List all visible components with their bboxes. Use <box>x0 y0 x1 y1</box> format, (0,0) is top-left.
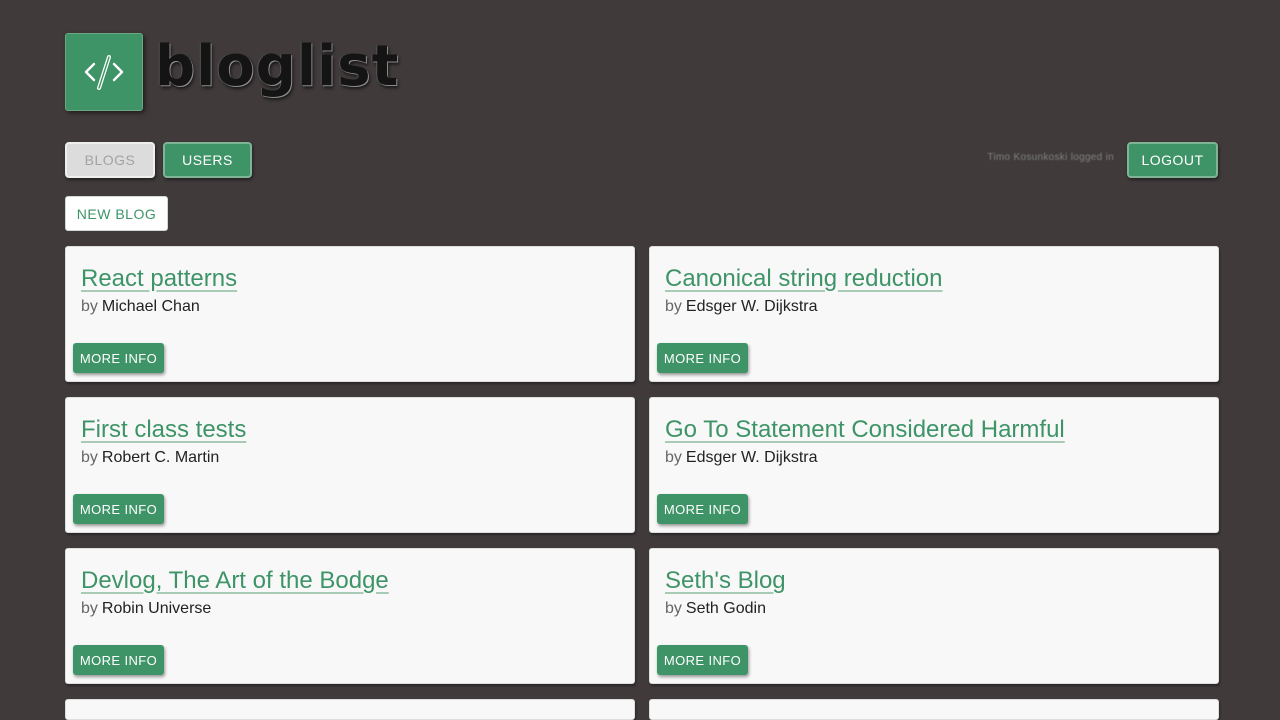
blog-card: Seth's Blog by Seth Godin MORE INFO <box>649 548 1219 684</box>
by-label: by <box>81 449 98 466</box>
page: bloglist BLOGS USERS Timo Kosunkoski log… <box>0 0 1280 720</box>
more-info-button[interactable]: MORE INFO <box>657 494 748 524</box>
by-label: by <box>665 298 682 315</box>
author-name: Edsger W. Dijkstra <box>685 449 818 466</box>
logged-in-status: Timo Kosunkoski logged in <box>987 152 1114 163</box>
logo-text: bloglist <box>155 33 400 99</box>
by-label: by <box>665 600 682 617</box>
more-info-button[interactable]: MORE INFO <box>657 343 748 373</box>
code-pen-icon <box>65 33 143 111</box>
by-label: by <box>81 600 98 617</box>
blog-author: by Seth Godin <box>665 600 766 618</box>
more-info-button[interactable]: MORE INFO <box>73 494 164 524</box>
blog-author: by Robert C. Martin <box>81 449 219 467</box>
blog-author: by Edsger W. Dijkstra <box>665 298 818 316</box>
more-info-button[interactable]: MORE INFO <box>73 343 164 373</box>
blog-author: by Robin Universe <box>81 600 211 618</box>
blog-card: Devlog, The Art of the Bodge by Robin Uni… <box>65 548 635 684</box>
blog-title-link[interactable]: First class tests <box>81 416 246 444</box>
blog-title-link[interactable]: Devlog, The Art of the Bodge <box>81 567 389 595</box>
blog-title-link[interactable]: Canonical string reduction <box>665 265 943 293</box>
new-blog-button[interactable]: NEW BLOG <box>65 196 168 231</box>
blog-card <box>65 699 635 720</box>
logout-button[interactable]: LOGOUT <box>1127 142 1218 178</box>
blog-title-link[interactable]: React patterns <box>81 265 237 293</box>
blog-card: First class tests by Robert C. Martin MOR… <box>65 397 635 533</box>
blog-card: React patterns by Michael Chan MORE INFO <box>65 246 635 382</box>
by-label: by <box>81 298 98 315</box>
blog-title-link[interactable]: Go To Statement Considered Harmful <box>665 416 1065 444</box>
blog-card: Go To Statement Considered Harmful by Eds… <box>649 397 1219 533</box>
users-nav-button[interactable]: USERS <box>163 142 252 178</box>
author-name: Edsger W. Dijkstra <box>685 298 818 315</box>
blog-title-link[interactable]: Seth's Blog <box>665 567 786 595</box>
blog-card <box>649 699 1219 720</box>
blog-card: Canonical string reduction by Edsger W. D… <box>649 246 1219 382</box>
more-info-button[interactable]: MORE INFO <box>73 645 164 675</box>
logo[interactable]: bloglist <box>65 33 399 111</box>
blogs-nav-button[interactable]: BLOGS <box>65 142 155 178</box>
author-name: Seth Godin <box>685 600 766 617</box>
blog-author: by Michael Chan <box>81 298 200 316</box>
author-name: Robert C. Martin <box>101 449 220 466</box>
by-label: by <box>665 449 682 466</box>
author-name: Robin Universe <box>101 600 212 617</box>
more-info-button[interactable]: MORE INFO <box>657 645 748 675</box>
author-name: Michael Chan <box>101 298 200 315</box>
blog-author: by Edsger W. Dijkstra <box>665 449 818 467</box>
